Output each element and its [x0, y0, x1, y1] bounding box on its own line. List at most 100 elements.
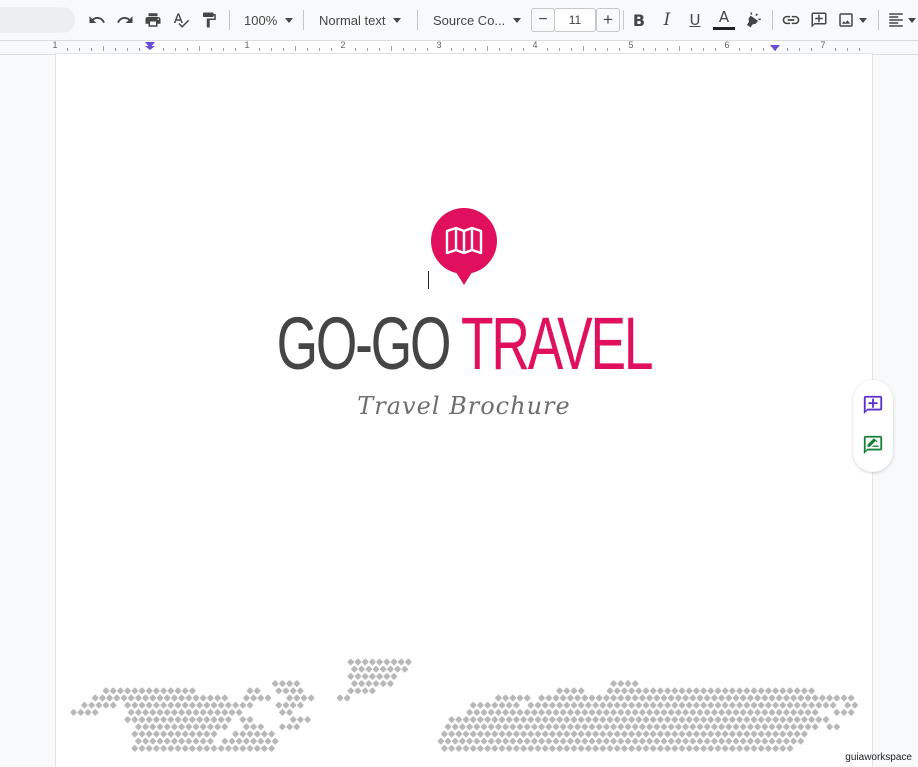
- map-dot: [109, 701, 117, 709]
- underline-button[interactable]: U: [684, 8, 706, 32]
- map-dot: [379, 680, 387, 687]
- map-dot: [761, 737, 769, 745]
- insert-comment-button[interactable]: [808, 8, 830, 32]
- map-dot: [282, 687, 290, 695]
- font-size-input[interactable]: 11: [554, 8, 596, 32]
- increase-font-size-button[interactable]: +: [596, 8, 620, 32]
- map-dot: [559, 694, 567, 702]
- redo-button[interactable]: [114, 8, 136, 32]
- insert-image-dropdown[interactable]: [837, 8, 871, 32]
- map-dot: [624, 709, 632, 716]
- suggest-edit-button[interactable]: [862, 434, 884, 456]
- map-dot: [631, 709, 639, 716]
- ruler-tick: [739, 48, 740, 51]
- document-subtitle[interactable]: Travel Brochure: [56, 392, 872, 420]
- map-dot: [790, 709, 797, 716]
- map-dot: [790, 723, 797, 731]
- map-dot: [739, 709, 747, 716]
- bold-button[interactable]: B: [628, 8, 650, 32]
- map-dot: [696, 723, 704, 731]
- map-dot: [498, 745, 506, 752]
- map-dot: [660, 709, 668, 716]
- map-dot: [217, 701, 225, 709]
- map-dot: [581, 737, 589, 745]
- map-dot: [138, 745, 146, 752]
- map-dot: [768, 709, 776, 716]
- map-dot: [250, 694, 257, 702]
- map-dot: [361, 673, 369, 680]
- map-dot: [851, 701, 859, 709]
- map-dot: [588, 723, 596, 731]
- map-dot: [783, 737, 790, 745]
- ruler-tick: [223, 48, 224, 51]
- text-color-button[interactable]: A: [712, 8, 736, 32]
- map-dot: [549, 716, 556, 723]
- map-dot: [552, 737, 560, 745]
- toolbar-separator: [303, 10, 304, 30]
- print-button[interactable]: [142, 8, 164, 32]
- add-comment-button[interactable]: [862, 394, 884, 416]
- map-dot: [261, 745, 268, 752]
- map-dot: [613, 687, 621, 695]
- italic-button[interactable]: I: [656, 8, 678, 32]
- spellcheck-button[interactable]: [170, 8, 192, 32]
- chevron-down-icon: [908, 17, 916, 23]
- image-icon: [839, 13, 853, 27]
- menu-search-box[interactable]: [0, 7, 75, 33]
- map-dot: [797, 694, 805, 702]
- font-dropdown[interactable]: Source Co...: [433, 8, 523, 32]
- highlight-color-button[interactable]: [742, 8, 764, 32]
- first-line-indent-marker[interactable]: [145, 46, 155, 50]
- map-dot: [743, 687, 751, 695]
- map-dot: [588, 694, 596, 702]
- paint-format-button[interactable]: [198, 8, 220, 32]
- ruler-tick: [619, 48, 620, 51]
- map-dot: [725, 723, 733, 731]
- map-dot: [523, 709, 531, 716]
- map-dot: [649, 730, 657, 738]
- map-dot: [682, 737, 689, 745]
- paragraph-style-dropdown[interactable]: Normal text: [319, 8, 409, 32]
- map-dot: [343, 694, 351, 702]
- right-indent-marker[interactable]: [770, 45, 780, 51]
- document-title[interactable]: GO-GO TRAVEL: [170, 302, 758, 386]
- map-dot: [801, 701, 808, 709]
- map-dot: [617, 723, 625, 731]
- map-dot: [527, 730, 535, 738]
- document-page[interactable]: GO-GO TRAVEL Travel Brochure: [56, 54, 872, 767]
- map-dot: [455, 745, 463, 752]
- map-dot: [145, 701, 153, 709]
- map-dot: [91, 709, 99, 716]
- map-dot: [297, 687, 304, 695]
- map-dot: [646, 723, 653, 731]
- zoom-dropdown[interactable]: 100%: [244, 8, 296, 32]
- map-dot: [534, 716, 542, 723]
- decrease-font-size-button[interactable]: −: [531, 8, 555, 32]
- horizontal-ruler[interactable]: 1 1 2 3 4 5 6 7: [0, 40, 918, 55]
- map-dot: [635, 701, 643, 709]
- map-dot: [293, 680, 301, 687]
- map-dot: [631, 737, 639, 745]
- map-dot: [718, 737, 725, 745]
- map-dot: [441, 730, 448, 738]
- map-dot: [538, 709, 545, 716]
- ruler-tick: [643, 48, 644, 51]
- insert-link-button[interactable]: [780, 8, 802, 32]
- map-dot: [491, 745, 499, 752]
- map-dot: [718, 694, 725, 702]
- map-dot: [696, 737, 704, 745]
- map-dot: [505, 716, 513, 723]
- map-dot: [671, 701, 679, 709]
- map-dot: [271, 680, 279, 687]
- map-dot: [646, 737, 653, 745]
- ruler-tick: [391, 46, 392, 51]
- map-dot: [153, 687, 160, 695]
- align-dropdown[interactable]: [887, 8, 918, 32]
- map-dot: [351, 680, 358, 687]
- map-dot: [711, 709, 718, 716]
- map-dot: [365, 680, 373, 687]
- ruler-tick: [403, 48, 404, 51]
- undo-button[interactable]: [86, 8, 108, 32]
- map-dot: [772, 730, 779, 738]
- map-dot: [369, 687, 376, 695]
